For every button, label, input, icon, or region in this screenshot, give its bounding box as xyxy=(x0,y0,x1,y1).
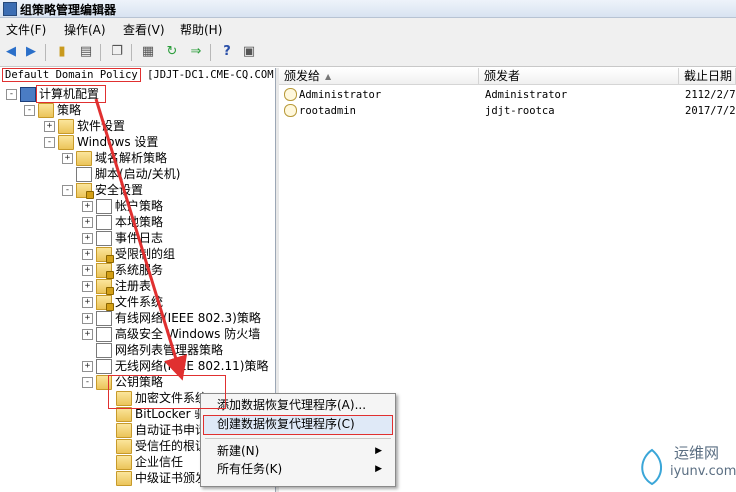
watermark-logo-icon xyxy=(641,448,662,486)
site-watermark: 运维网 iyunv.com xyxy=(632,438,736,488)
annotation-arrow xyxy=(94,98,188,381)
